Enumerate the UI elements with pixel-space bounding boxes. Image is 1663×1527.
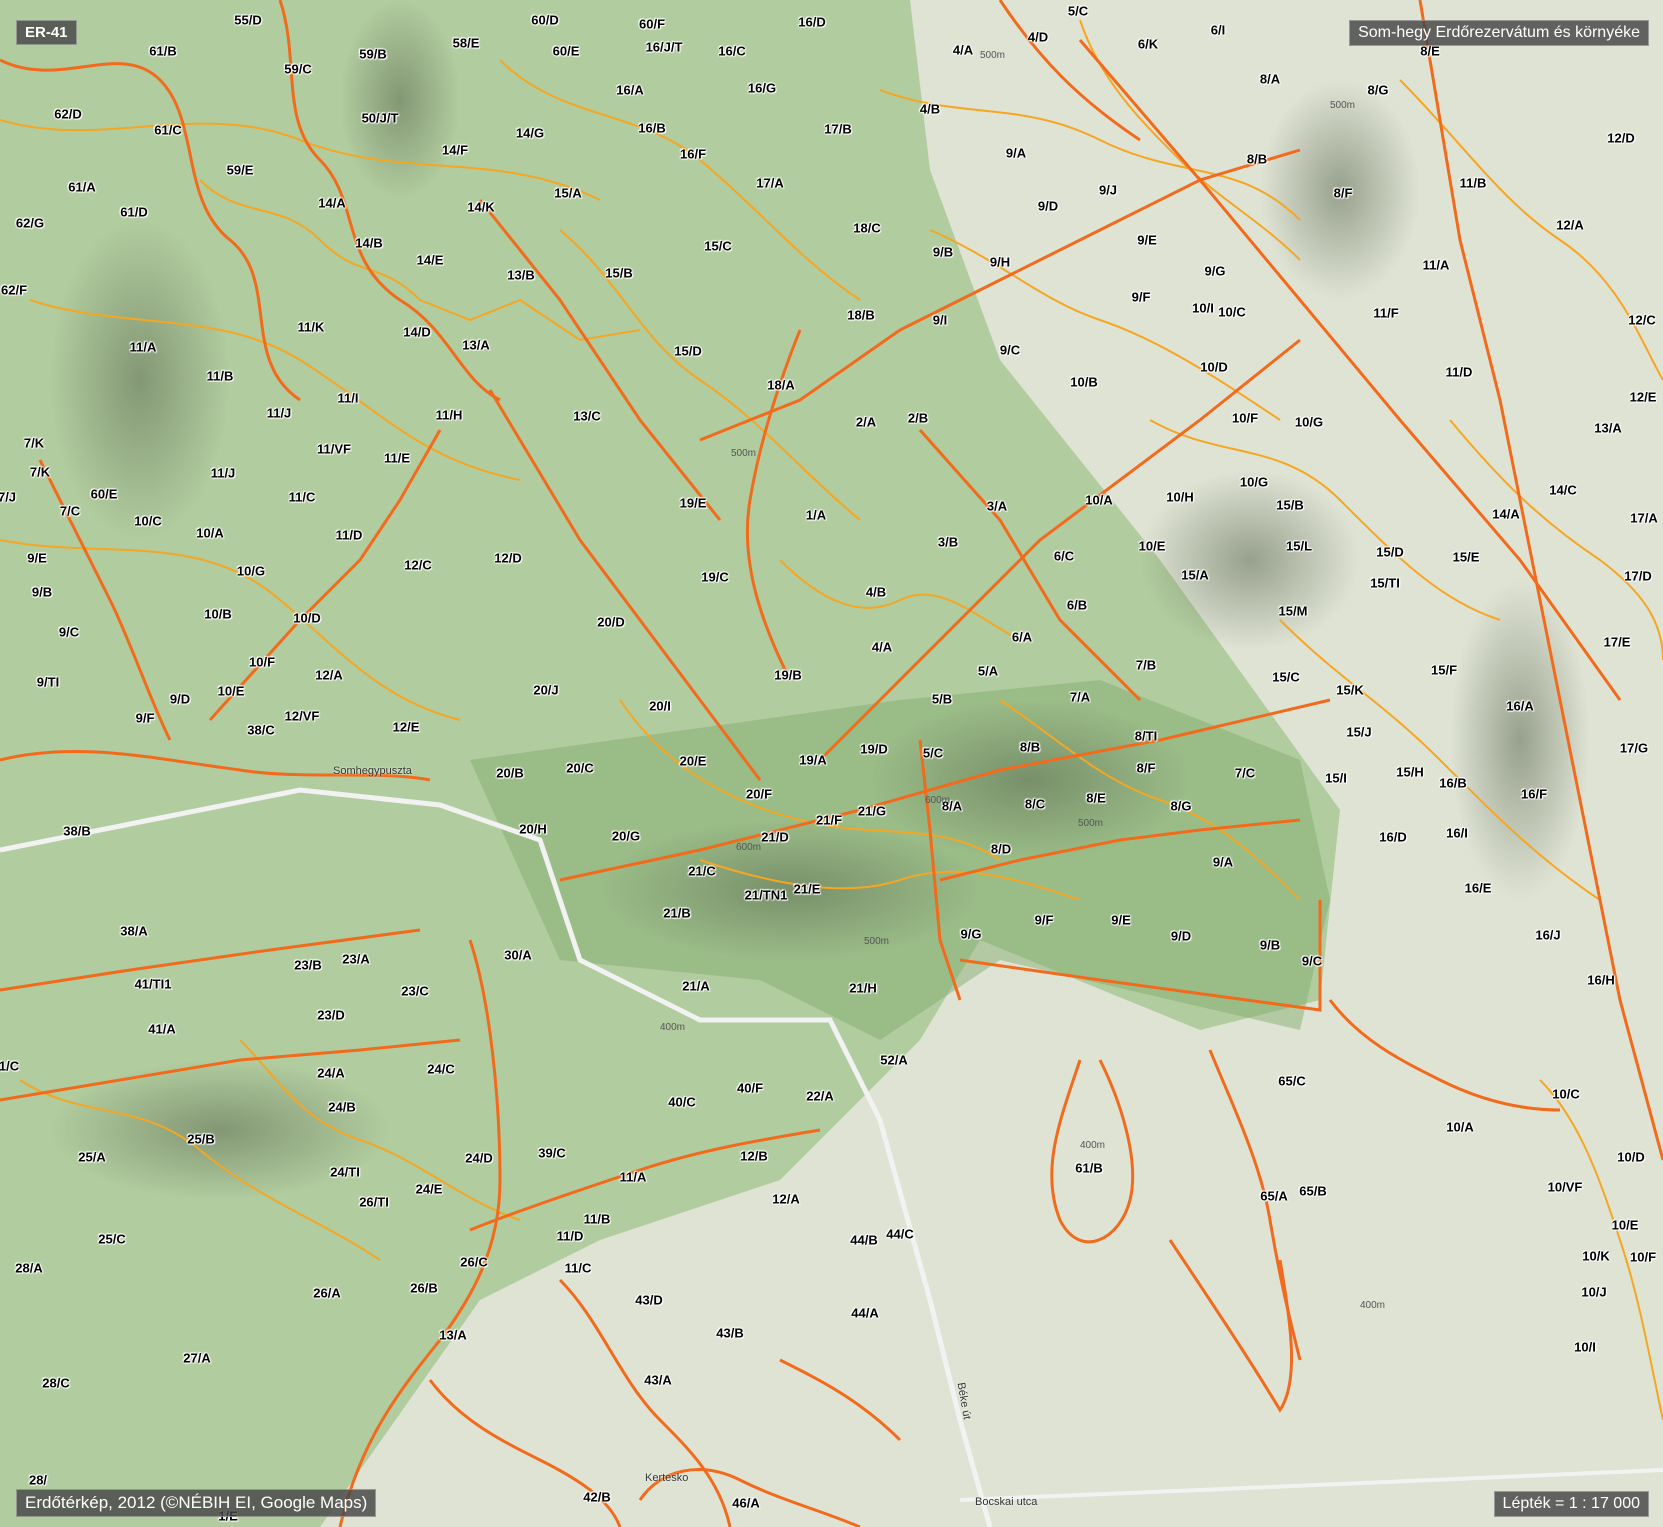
road-bocskai-utca: Bocskai utca <box>975 1496 1038 1508</box>
contour-label: 400m <box>1080 1140 1106 1151</box>
forest-map[interactable]: 55/D 60/D 60/F 16/D 5/C 6/I 61/B 59/B 58/E 60/E 16… <box>0 0 1663 1527</box>
place-kertesko: Kertesko <box>645 1472 689 1484</box>
map-layer[interactable] <box>0 0 1663 1527</box>
contour-label: 500m <box>980 50 1006 61</box>
contour-label: 600m <box>925 795 951 806</box>
contour-label: 500m <box>1078 818 1104 829</box>
map-id-badge: ER-41 <box>16 20 77 45</box>
contour-label: 400m <box>1360 1300 1386 1311</box>
relief-shade <box>1260 80 1420 300</box>
map-title: Som-hegy Erdőrezervátum és környéke <box>1349 20 1649 46</box>
contour-label: 500m <box>1330 100 1356 111</box>
place-somhegypuszta: Somhegypuszta <box>333 765 412 777</box>
map-credit: Erdőtérkép, 2012 (©NÉBIH EI, Google Maps… <box>16 1489 377 1517</box>
contour-label: 400m <box>660 1022 686 1033</box>
relief-shade <box>340 0 460 200</box>
relief-shade <box>50 1060 390 1200</box>
contour-label: 500m <box>864 936 890 947</box>
relief-shade <box>1140 470 1360 650</box>
relief-shade <box>50 220 230 540</box>
map-scale: Lépték = 1 : 17 000 <box>1493 1491 1649 1517</box>
contour-label: 500m <box>731 448 757 459</box>
relief-shade <box>600 820 980 960</box>
contour-label: 600m <box>736 842 762 853</box>
